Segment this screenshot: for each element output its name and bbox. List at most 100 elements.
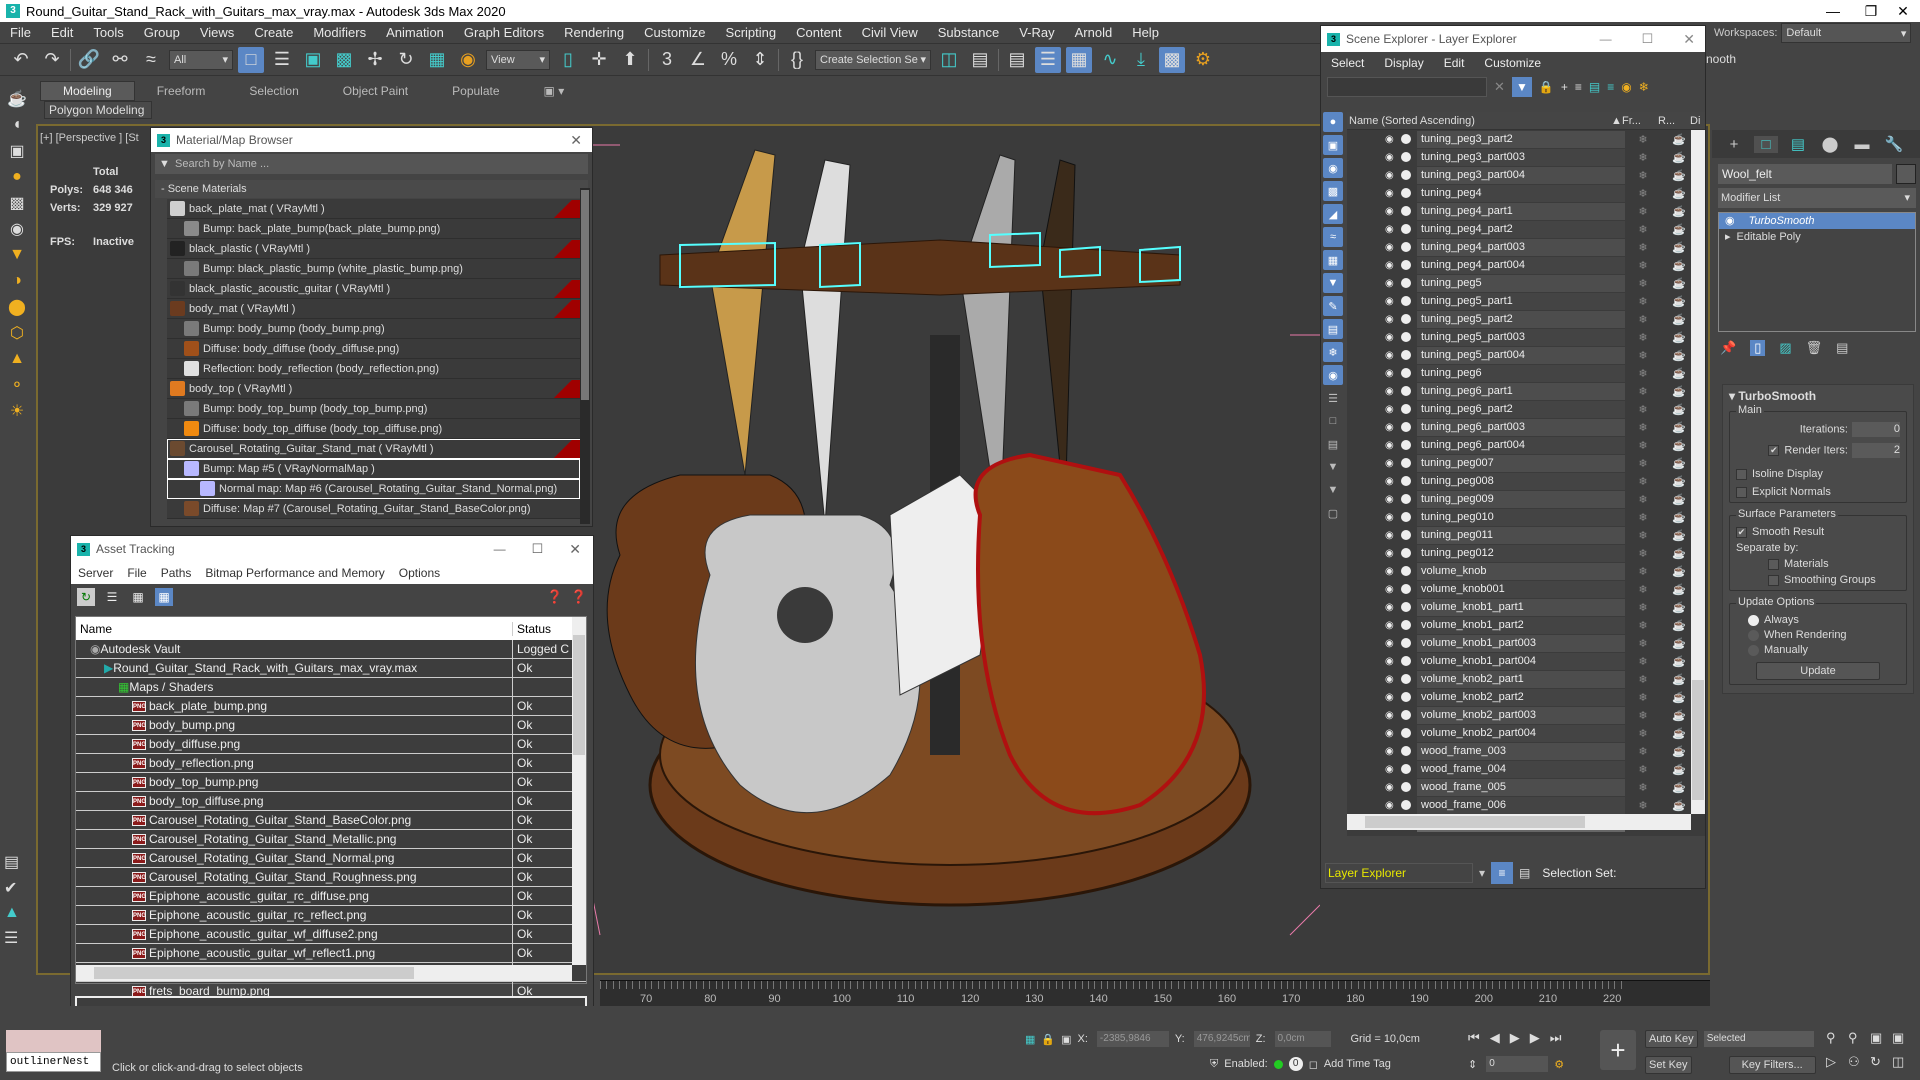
hierarchy-icon[interactable]: ▤	[1589, 80, 1600, 94]
freeze-toggle-icon[interactable]: ❄	[1625, 565, 1661, 578]
menu-help[interactable]: Help	[1122, 25, 1169, 40]
scene-object-row[interactable]: ◉ volume_knob2_part004 ❄ ☕	[1347, 724, 1705, 742]
select-object-icon[interactable]: □	[238, 46, 264, 73]
material-item[interactable]: black_plastic_acoustic_guitar ( VRayMtl …	[167, 279, 580, 299]
freeze-toggle-icon[interactable]: ❄	[1625, 637, 1661, 650]
visibility-eye-icon[interactable]: ◉	[1385, 728, 1399, 739]
render-setup-icon[interactable]: ⚙	[1190, 47, 1216, 73]
close-icon[interactable]: ✕	[570, 132, 582, 149]
freeze-toggle-icon[interactable]: ❄	[1625, 475, 1661, 488]
refresh-icon[interactable]: ↻	[77, 588, 95, 606]
sort-by-hierarchy-icon[interactable]: ▤	[1519, 866, 1530, 880]
asset-row[interactable]: PNG body_top_diffuse.png Ok	[76, 792, 586, 811]
visibility-eye-icon[interactable]: ◉	[1385, 404, 1399, 415]
go-to-start-icon[interactable]: ⏮	[1468, 1030, 1480, 1046]
asset-row[interactable]: ▶ Round_Guitar_Stand_Rack_with_Guitars_m…	[76, 659, 586, 678]
sun-icon[interactable]: ☀	[4, 400, 30, 422]
menu-substance[interactable]: Substance	[928, 25, 1009, 40]
show-end-result-icon[interactable]: ▯	[1750, 340, 1766, 356]
make-unique-icon[interactable]: ▨	[1779, 340, 1791, 356]
menu-modifiers[interactable]: Modifiers	[303, 25, 376, 40]
menu-arnold[interactable]: Arnold	[1065, 25, 1123, 40]
help-icon[interactable]: ❓	[547, 589, 563, 605]
visibility-eye-icon[interactable]: ◉	[1385, 476, 1399, 487]
scene-object-row[interactable]: ◉ tuning_peg4_part2 ❄ ☕	[1347, 220, 1705, 238]
freeze-toggle-icon[interactable]: ❄	[1625, 295, 1661, 308]
scene-object-row[interactable]: ◉ wood_frame_006 ❄ ☕	[1347, 796, 1705, 814]
fov-icon[interactable]: ▷	[1826, 1054, 1848, 1070]
material-item[interactable]: Carousel_Rotating_Guitar_Stand_mat ( VRa…	[167, 439, 580, 459]
invert-icon[interactable]: ▤	[1323, 434, 1343, 454]
scene-object-row[interactable]: ◉ tuning_peg010 ❄ ☕	[1347, 508, 1705, 526]
freeze-toggle-icon[interactable]: ❄	[1625, 187, 1661, 200]
align-icon[interactable]: ▤	[967, 47, 993, 73]
selection-lock-icon[interactable]: 🔒	[1041, 1033, 1055, 1046]
percent-snap-icon[interactable]: %	[716, 47, 742, 73]
scrollbar-thumb[interactable]	[1692, 680, 1704, 800]
hierarchy-tab-icon[interactable]: ▤	[1786, 135, 1810, 153]
scene-object-row[interactable]: ◉ tuning_peg6_part003 ❄ ☕	[1347, 418, 1705, 436]
freeze-toggle-icon[interactable]: ❄	[1625, 709, 1661, 722]
scene-object-row[interactable]: ◉ volume_knob2_part003 ❄ ☕	[1347, 706, 1705, 724]
asset-menu-options[interactable]: Options	[392, 566, 447, 580]
asset-menu-file[interactable]: File	[120, 566, 153, 580]
material-item[interactable]: body_top ( VRayMtl )	[167, 379, 580, 399]
freeze-toggle-icon[interactable]: ❄	[1625, 169, 1661, 182]
modify-tab-icon[interactable]: □	[1754, 135, 1778, 153]
scale-icon[interactable]: ▦	[424, 47, 450, 73]
zoom-icon[interactable]: ⚲	[1826, 1030, 1848, 1046]
freeze-toggle-icon[interactable]: ❄	[1625, 601, 1661, 614]
search-options-icon[interactable]: ▼	[159, 154, 170, 174]
map-item[interactable]: Bump: Map #5 ( VRayNormalMap )	[167, 459, 580, 479]
column-status[interactable]: Status	[513, 622, 551, 636]
set-key-big-button[interactable]: +	[1600, 1030, 1636, 1070]
freeze-toggle-icon[interactable]: ❄	[1625, 655, 1661, 668]
menu-tools[interactable]: Tools	[83, 25, 133, 40]
previous-frame-icon[interactable]: ◀	[1490, 1030, 1500, 1046]
scene-object-row[interactable]: ◉ tuning_peg4_part003 ❄ ☕	[1347, 238, 1705, 256]
add-to-layer-icon[interactable]: ≡	[1575, 80, 1582, 94]
rollout-header[interactable]: ▾ TurboSmooth	[1729, 389, 1907, 403]
ambient-light-icon[interactable]: ⚬	[4, 374, 30, 396]
box-icon[interactable]: ▣	[4, 140, 30, 162]
map-item[interactable]: Diffuse: body_top_diffuse (body_top_diff…	[167, 419, 580, 439]
menu-views[interactable]: Views	[190, 25, 244, 40]
freeze-toggle-icon[interactable]: ❄	[1625, 241, 1661, 254]
column-renderable[interactable]: R...	[1655, 115, 1687, 127]
workspaces-dropdown[interactable]: Default ▾	[1781, 23, 1912, 43]
visibility-eye-icon[interactable]: ◉	[1385, 674, 1399, 685]
adaptive-degradation-icon[interactable]: ⛨	[1210, 1058, 1218, 1071]
freeze-toggle-icon[interactable]: ❄	[1625, 511, 1661, 524]
asset-menu-paths[interactable]: Paths	[154, 566, 199, 580]
isoline-checkbox[interactable]	[1736, 468, 1747, 480]
freeze-toggle-icon[interactable]: ❄	[1625, 493, 1661, 506]
visibility-eye-icon[interactable]: ◉	[1385, 134, 1399, 145]
scrollbar-thumb[interactable]	[1365, 816, 1585, 828]
render-iters-checkbox[interactable]: ✔	[1768, 445, 1780, 456]
scene-object-row[interactable]: ◉ volume_knob1_part2 ❄ ☕	[1347, 616, 1705, 634]
freeze-toggle-icon[interactable]: ❄	[1625, 457, 1661, 470]
visibility-eye-icon[interactable]: ◉	[1385, 260, 1399, 271]
scene-object-row[interactable]: ◉ wood_frame_003 ❄ ☕	[1347, 742, 1705, 760]
update-button[interactable]: Update	[1756, 662, 1880, 680]
freeze-toggle-icon[interactable]: ❄	[1625, 799, 1661, 812]
freeze-toggle-icon[interactable]: ❄	[1625, 745, 1661, 758]
ribbon-tab-freeform[interactable]: Freeform	[135, 84, 228, 98]
visibility-eye-icon[interactable]: ◉	[1385, 764, 1399, 775]
scene-object-row[interactable]: ◉ volume_knob1_part1 ❄ ☕	[1347, 598, 1705, 616]
rotate-icon[interactable]: ↻	[393, 47, 419, 73]
toggle-scene-explorer-icon[interactable]: ▤	[1004, 47, 1030, 73]
freeze-toggle-icon[interactable]: ❄	[1625, 385, 1661, 398]
keyboard-shortcut-icon[interactable]: ⬆	[617, 47, 643, 73]
spinner-snap-icon[interactable]: ⇕	[747, 47, 773, 73]
asset-row[interactable]: PNG Carousel_Rotating_Guitar_Stand_Roughn…	[76, 868, 586, 887]
camera-icon[interactable]: ◉	[4, 218, 30, 240]
scene-object-row[interactable]: ◉ volume_knob ❄ ☕	[1347, 562, 1705, 580]
asset-row[interactable]: PNG back_plate_bump.png Ok	[76, 697, 586, 716]
scene-object-row[interactable]: ◉ tuning_peg5_part1 ❄ ☕	[1347, 292, 1705, 310]
material-search-input[interactable]: ▼ Search by Name ...	[155, 154, 588, 174]
menu-graph-editors[interactable]: Graph Editors	[454, 25, 554, 40]
set-key-button[interactable]: Set Key	[1645, 1056, 1692, 1074]
visibility-eye-icon[interactable]: ◉	[1385, 800, 1399, 811]
bones-filter-icon[interactable]: ✎	[1323, 296, 1343, 316]
